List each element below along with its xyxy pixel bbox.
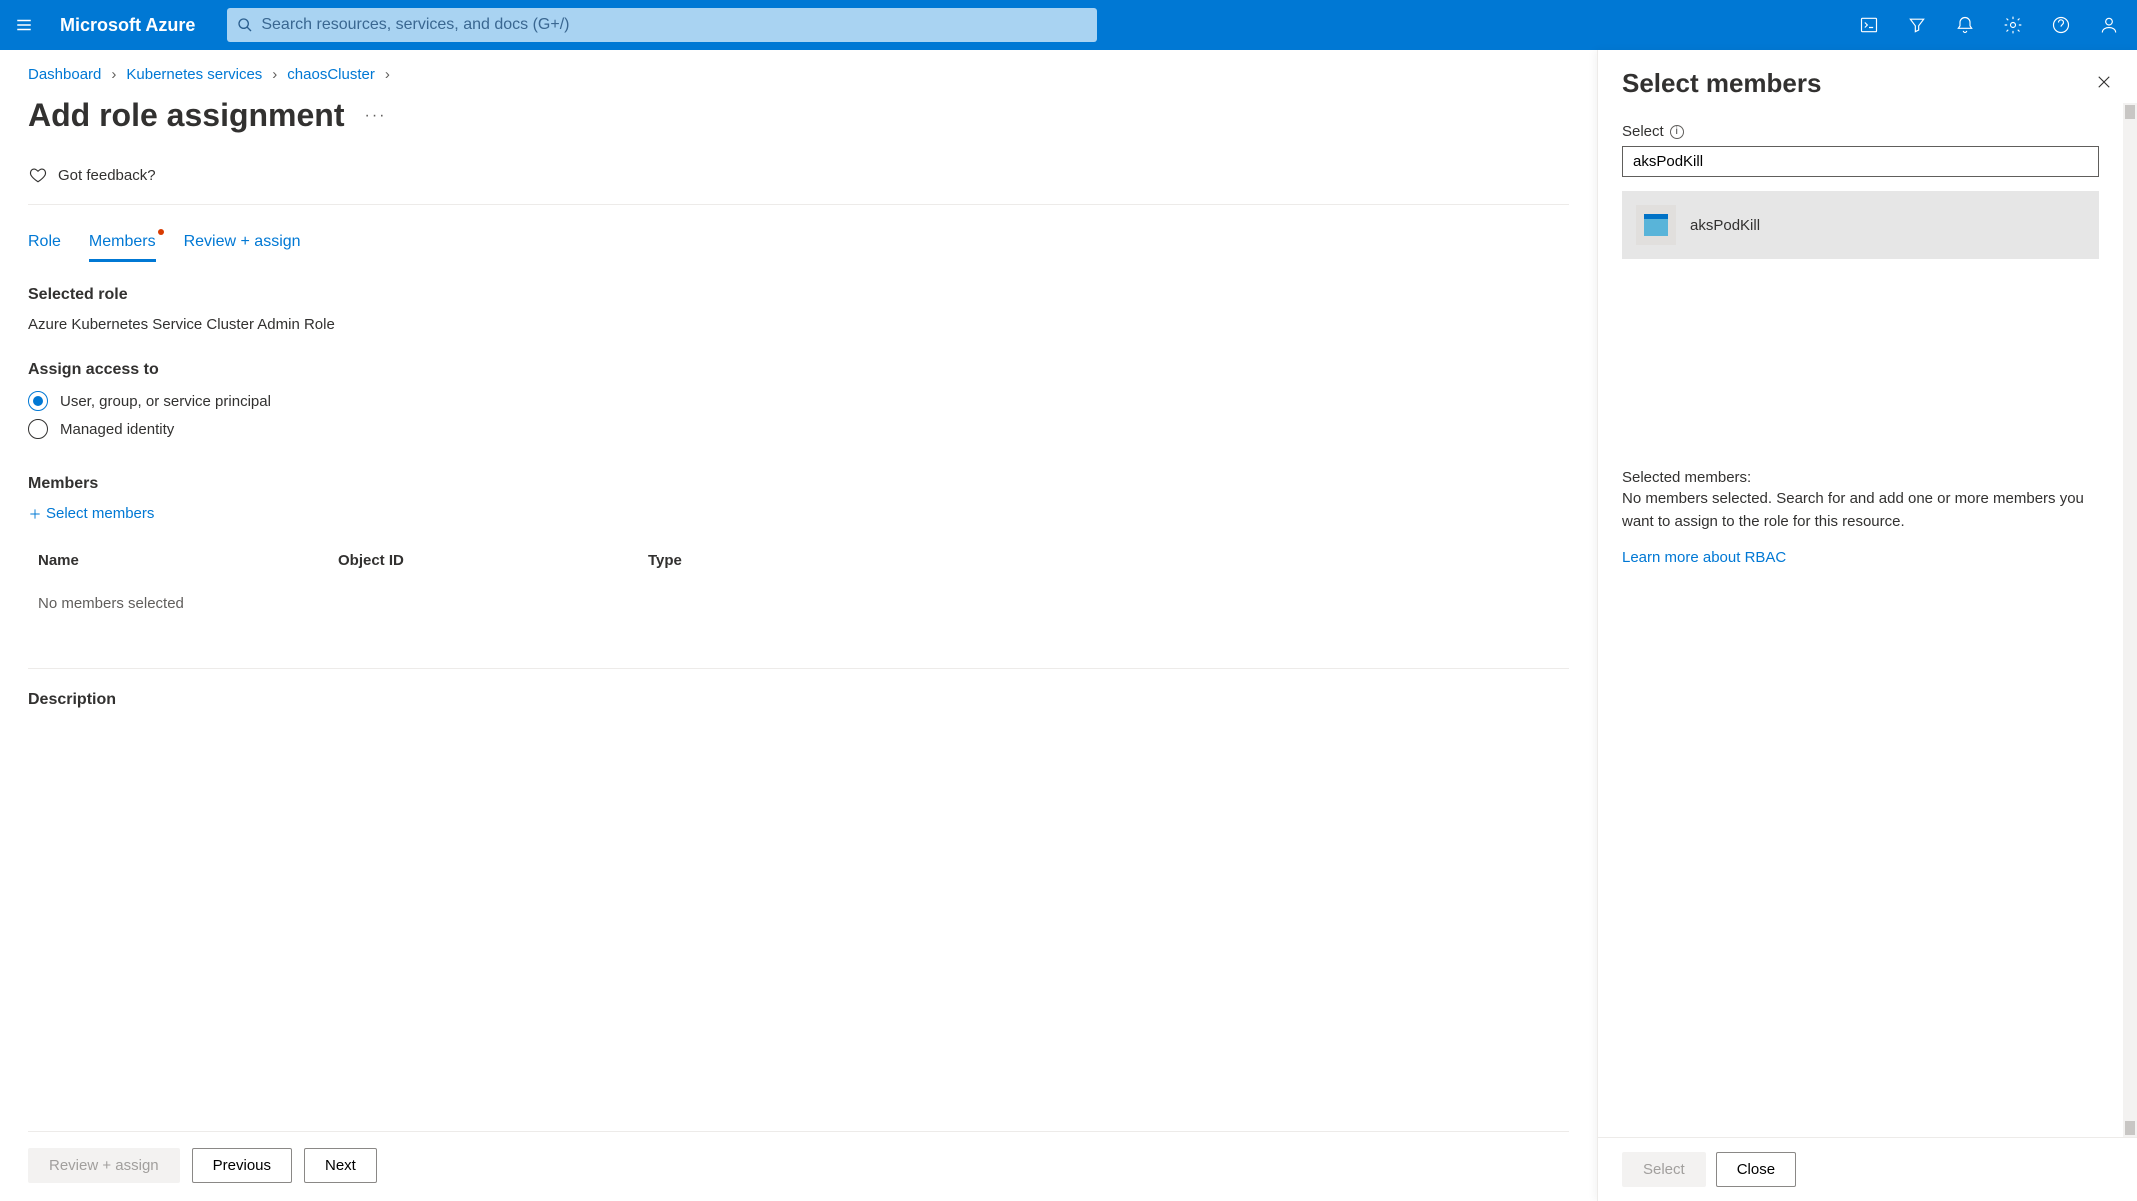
help-icon <box>2051 15 2071 35</box>
wizard-tabs: Role Members Review + assign <box>28 233 1569 262</box>
main-area: Dashboard › Kubernetes services › chaosC… <box>0 50 2137 1201</box>
column-object-id: Object ID <box>338 552 648 569</box>
person-icon <box>2099 15 2119 35</box>
search-icon <box>237 17 253 33</box>
select-members-label: Select members <box>46 505 154 522</box>
notifications-button[interactable] <box>1941 0 1989 50</box>
blade-select-button[interactable]: Select <box>1622 1152 1706 1187</box>
search-container <box>219 8 1845 42</box>
member-search-input[interactable] <box>1622 146 2099 177</box>
filter-icon <box>1907 15 1927 35</box>
selected-role-value: Azure Kubernetes Service Cluster Admin R… <box>28 316 1569 333</box>
cloud-shell-button[interactable] <box>1845 0 1893 50</box>
topbar-actions <box>1845 0 2137 50</box>
table-header: Name Object ID Type <box>28 542 1569 579</box>
content-pane: Dashboard › Kubernetes services › chaosC… <box>0 50 1597 1201</box>
heart-icon <box>28 166 48 184</box>
radio-icon <box>28 419 48 439</box>
search-input[interactable] <box>261 16 1087 34</box>
search-result-name: aksPodKill <box>1690 217 1760 234</box>
assign-access-label: Assign access to <box>28 361 1569 379</box>
menu-toggle-button[interactable] <box>0 0 48 50</box>
info-icon[interactable]: i <box>1670 125 1684 139</box>
members-table: Name Object ID Type No members selected <box>28 542 1569 628</box>
description-section: Description <box>28 668 1569 721</box>
resource-avatar <box>1636 205 1676 245</box>
blade-title: Select members <box>1622 68 1821 99</box>
tab-members[interactable]: Members <box>89 233 156 262</box>
radio-managed-identity[interactable]: Managed identity <box>28 419 1569 439</box>
chevron-right-icon: › <box>111 66 116 83</box>
radio-icon <box>28 391 48 411</box>
selected-members-label: Selected members: <box>1622 469 2099 486</box>
select-label-text: Select <box>1622 123 1664 140</box>
tab-review-assign[interactable]: Review + assign <box>184 233 301 262</box>
tab-role[interactable]: Role <box>28 233 61 262</box>
selected-role-section: Selected role Azure Kubernetes Service C… <box>28 286 1569 333</box>
bell-icon <box>1955 15 1975 35</box>
members-label: Members <box>28 475 1569 493</box>
more-actions-button[interactable]: ··· <box>365 107 387 125</box>
blade-footer: Select Close <box>1598 1137 2137 1201</box>
page-title-row: Add role assignment ··· <box>28 97 1569 134</box>
selected-members-message: No members selected. Search for and add … <box>1622 488 2099 533</box>
learn-more-rbac-link[interactable]: Learn more about RBAC <box>1622 549 1786 566</box>
page-title: Add role assignment <box>28 97 345 134</box>
search-result-item[interactable]: aksPodKill <box>1622 191 2099 259</box>
help-button[interactable] <box>2037 0 2085 50</box>
brand-label: Microsoft Azure <box>48 15 219 36</box>
radio-label: User, group, or service principal <box>60 393 271 410</box>
search-box[interactable] <box>227 8 1097 42</box>
close-blade-button[interactable] <box>2095 73 2113 94</box>
selected-role-label: Selected role <box>28 286 1569 304</box>
feedback-label: Got feedback? <box>58 167 156 184</box>
breadcrumb-kubernetes-services[interactable]: Kubernetes services <box>126 66 262 83</box>
column-type: Type <box>648 552 1569 569</box>
hamburger-icon <box>15 16 33 34</box>
breadcrumb: Dashboard › Kubernetes services › chaosC… <box>28 66 1569 83</box>
review-assign-button[interactable]: Review + assign <box>28 1148 180 1183</box>
description-label: Description <box>28 691 1569 709</box>
select-members-blade: Select members Select i aksPodKill <box>1597 50 2137 1201</box>
members-section: Members Select members Name Object ID Ty… <box>28 475 1569 628</box>
tab-members-label: Members <box>89 233 156 250</box>
radio-label: Managed identity <box>60 421 174 438</box>
cloud-shell-icon <box>1859 15 1879 35</box>
column-name: Name <box>28 552 338 569</box>
close-icon <box>2095 73 2113 91</box>
assign-access-section: Assign access to User, group, or service… <box>28 361 1569 447</box>
account-button[interactable] <box>2085 0 2133 50</box>
scrollbar[interactable] <box>2123 103 2137 1137</box>
plus-icon <box>28 507 42 521</box>
selected-members-section: Selected members: No members selected. S… <box>1622 469 2099 566</box>
wizard-footer: Review + assign Previous Next <box>28 1131 1569 1201</box>
gear-icon <box>2003 15 2023 35</box>
previous-button[interactable]: Previous <box>192 1148 292 1183</box>
blade-header: Select members <box>1598 50 2137 103</box>
feedback-link[interactable]: Got feedback? <box>28 158 1569 205</box>
chevron-right-icon: › <box>272 66 277 83</box>
settings-button[interactable] <box>1989 0 2037 50</box>
members-empty-message: No members selected <box>28 579 1569 628</box>
next-button[interactable]: Next <box>304 1148 377 1183</box>
blade-close-button[interactable]: Close <box>1716 1152 1796 1187</box>
directory-switch-button[interactable] <box>1893 0 1941 50</box>
top-navigation-bar: Microsoft Azure <box>0 0 2137 50</box>
alert-dot-icon <box>158 229 164 235</box>
breadcrumb-chaoscluster[interactable]: chaosCluster <box>287 66 375 83</box>
chevron-right-icon: › <box>385 66 390 83</box>
resource-icon <box>1644 214 1668 236</box>
select-field-label: Select i <box>1622 123 2099 140</box>
radio-user-group-principal[interactable]: User, group, or service principal <box>28 391 1569 411</box>
blade-body: Select i aksPodKill Selected members: No… <box>1598 103 2137 1137</box>
select-members-link[interactable]: Select members <box>28 505 1569 522</box>
breadcrumb-dashboard[interactable]: Dashboard <box>28 66 101 83</box>
